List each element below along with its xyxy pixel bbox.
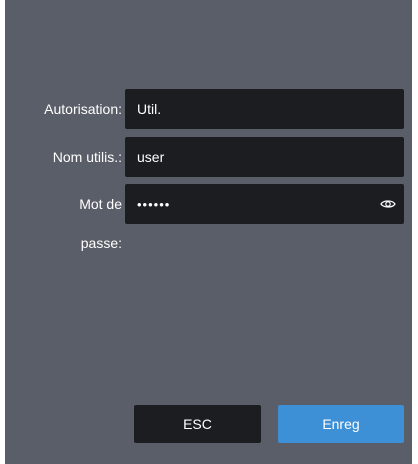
authorization-label: Autorisation: (44, 101, 122, 117)
password-masked-value: •••••• (137, 197, 171, 212)
username-label: Nom utilis.: (52, 149, 122, 165)
username-value: user (137, 149, 165, 165)
password-label-line2: passe: (80, 235, 122, 251)
password-field[interactable]: •••••• (125, 184, 404, 224)
password-label-line1: Mot de (79, 196, 122, 212)
username-field[interactable]: user (125, 137, 404, 177)
username-row: Nom utilis.: user (5, 137, 412, 177)
login-settings-panel: Autorisation: Util. Nom utilis.: user Mo… (5, 0, 412, 464)
esc-button[interactable]: ESC (134, 405, 261, 443)
password-row: Mot de •••••• (5, 184, 412, 224)
authorization-value: Util. (137, 101, 162, 117)
save-button[interactable]: Enreg (278, 405, 404, 443)
eye-icon[interactable] (380, 196, 396, 212)
authorization-row: Autorisation: Util. (5, 89, 412, 129)
authorization-field[interactable]: Util. (125, 89, 404, 129)
